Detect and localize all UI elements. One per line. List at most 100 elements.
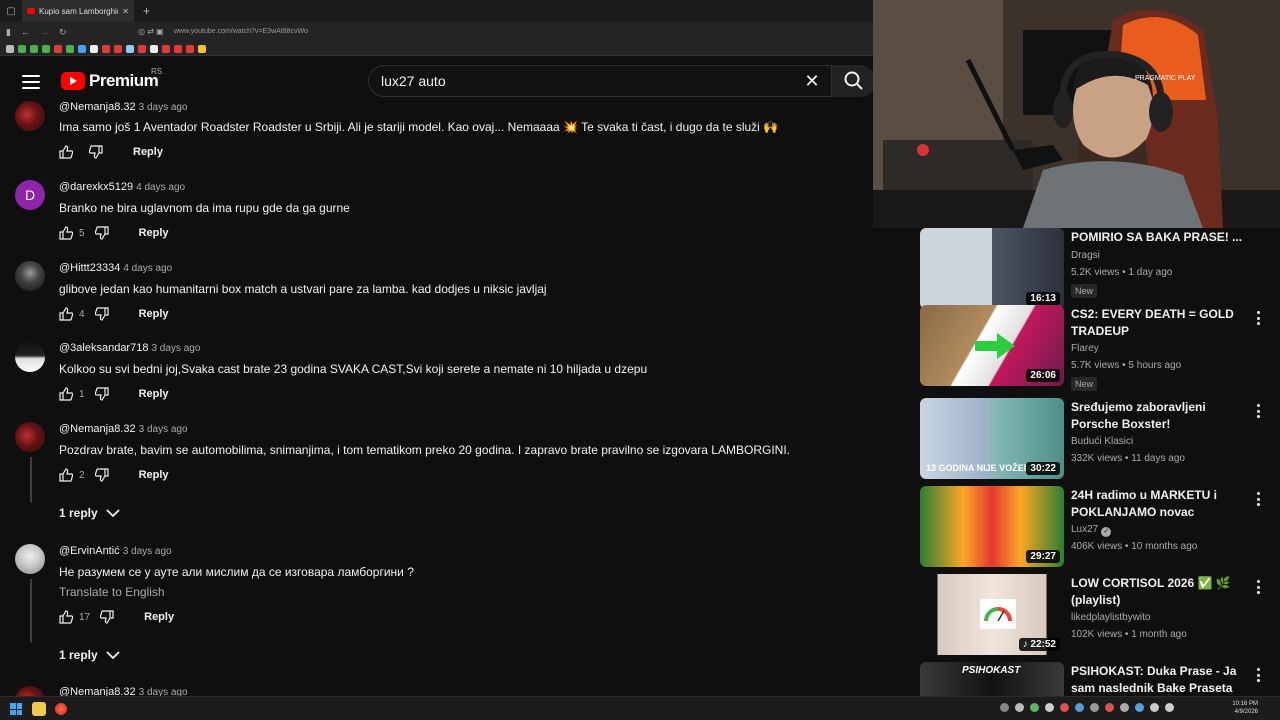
- reload-icon[interactable]: ↻: [59, 27, 67, 38]
- tray-icon[interactable]: [1105, 703, 1114, 712]
- tray-icon[interactable]: [1030, 703, 1039, 712]
- youtube-logo[interactable]: Premium RS: [61, 67, 162, 91]
- tray-icon[interactable]: [1075, 703, 1084, 712]
- translate-link[interactable]: Translate to English: [59, 585, 165, 599]
- bookmark-icon[interactable]: [18, 44, 26, 53]
- video-channel[interactable]: likedplaylistbywito: [1071, 612, 1150, 623]
- dislike-icon[interactable]: [94, 307, 109, 321]
- avatar[interactable]: [15, 101, 45, 131]
- video-title[interactable]: CS2: EVERY DEATH = GOLD TRADEUP: [1071, 306, 1251, 340]
- bookmark-icon[interactable]: [114, 44, 122, 53]
- dislike-icon[interactable]: [89, 145, 103, 159]
- dislike-icon[interactable]: [94, 468, 109, 482]
- tray-icon[interactable]: [1090, 703, 1099, 712]
- video-title[interactable]: PSIHOKAST: Duka Prase - Ja sam naslednik…: [1071, 663, 1251, 696]
- bookmark-icon[interactable]: [186, 44, 194, 53]
- bookmark-icon[interactable]: [54, 44, 62, 53]
- windows-start-icon[interactable]: [10, 703, 22, 715]
- video-more-icon[interactable]: [1257, 580, 1261, 594]
- clear-search-icon[interactable]: ✕: [803, 72, 821, 90]
- video-more-icon[interactable]: [1257, 668, 1261, 682]
- search-input[interactable]: [381, 66, 781, 96]
- video-thumbnail[interactable]: 13 GODINA NIJE VOŽEN 30:22: [920, 398, 1064, 479]
- video-card[interactable]: 26:06 CS2: EVERY DEATH = GOLD TRADEUP Fl…: [920, 305, 1280, 391]
- bookmark-icon[interactable]: [6, 44, 14, 53]
- bookmark-icon[interactable]: [42, 44, 50, 53]
- dislike-icon[interactable]: [94, 226, 109, 240]
- video-title[interactable]: Sređujemo zaboravljeni Porsche Boxster!: [1071, 399, 1251, 433]
- like-icon[interactable]: [59, 307, 73, 321]
- url-field[interactable]: www.youtube.com/watch?v=E3wAt88cvWo: [174, 22, 308, 42]
- tray-icon[interactable]: [1060, 703, 1069, 712]
- comment-author[interactable]: @Nemanja8.32: [59, 101, 136, 113]
- video-card[interactable]: ♪ 22:52 LOW CORTISOL 2026 ✅ 🌿 (playlist)…: [920, 574, 1280, 656]
- bookmark-icon[interactable]: [78, 44, 86, 53]
- comment-author[interactable]: @darexkx5129: [59, 181, 133, 193]
- comment-author[interactable]: @ErvinAntić: [59, 545, 120, 557]
- video-channel[interactable]: Dragsi: [1071, 250, 1100, 261]
- bookmark-icon[interactable]: [174, 44, 182, 53]
- tray-icon[interactable]: [1000, 703, 1009, 712]
- new-tab-button[interactable]: +: [134, 4, 159, 18]
- video-thumbnail[interactable]: 29:27: [920, 486, 1064, 567]
- video-channel[interactable]: Flarey: [1071, 343, 1099, 354]
- video-thumbnail[interactable]: ♪ 22:52: [920, 574, 1064, 655]
- comment-author[interactable]: @3aleksandar718: [59, 342, 148, 354]
- video-channel[interactable]: Budući Klasici: [1071, 436, 1133, 447]
- video-channel[interactable]: Lux27: [1071, 524, 1098, 535]
- back-icon[interactable]: ←: [21, 27, 30, 37]
- avatar[interactable]: [15, 342, 45, 372]
- avatar[interactable]: D: [15, 180, 45, 210]
- like-icon[interactable]: [59, 468, 73, 482]
- dislike-icon[interactable]: [94, 387, 109, 401]
- reply-button[interactable]: Reply: [139, 227, 169, 239]
- reply-button[interactable]: Reply: [139, 469, 169, 481]
- reply-button[interactable]: Reply: [144, 611, 174, 623]
- avatar[interactable]: [15, 686, 45, 696]
- bookmark-icon[interactable]: [138, 44, 146, 53]
- hamburger-menu-icon[interactable]: [22, 75, 40, 89]
- video-title[interactable]: LOW CORTISOL 2026 ✅ 🌿 (playlist): [1071, 575, 1251, 609]
- tray-icon[interactable]: [1165, 703, 1174, 712]
- video-more-icon[interactable]: [1257, 492, 1261, 506]
- reply-button[interactable]: Reply: [139, 388, 169, 400]
- tray-icon[interactable]: [1135, 703, 1144, 712]
- sidebar-toggle-icon[interactable]: ▮: [6, 27, 11, 38]
- video-card[interactable]: 16:13 POMIRIO SA BAKA PRASE! ... Dragsi …: [920, 228, 1280, 310]
- comment-date[interactable]: 3 days ago: [139, 102, 188, 113]
- like-icon[interactable]: [59, 145, 73, 159]
- like-icon[interactable]: [59, 610, 73, 624]
- tab-actions-icon[interactable]: ▢: [0, 0, 22, 22]
- replies-toggle[interactable]: 1 reply: [59, 648, 120, 662]
- comment-author[interactable]: @Nemanja8.32: [59, 423, 136, 435]
- bookmark-icon[interactable]: [102, 44, 110, 53]
- avatar[interactable]: [15, 261, 45, 291]
- close-tab-icon[interactable]: ✕: [122, 7, 129, 16]
- bookmark-icon[interactable]: [66, 44, 74, 53]
- video-thumbnail[interactable]: 16:13: [920, 228, 1064, 309]
- like-icon[interactable]: [59, 226, 73, 240]
- site-info-icon[interactable]: ◎ ⇄ ▣: [138, 27, 168, 37]
- video-card[interactable]: 29:27 24H radimo u MARKETU i POKLANJAMO …: [920, 486, 1280, 568]
- comment-author[interactable]: @Hittt23334: [59, 262, 120, 274]
- video-thumbnail[interactable]: PSIHOKAST: [920, 662, 1064, 696]
- tray-icon[interactable]: [1120, 703, 1129, 712]
- browser-tab[interactable]: Kupio sam Lamborghini Avente ✕: [22, 0, 134, 22]
- browser-icon[interactable]: [54, 702, 68, 716]
- like-icon[interactable]: [59, 387, 73, 401]
- bookmark-icon[interactable]: [90, 44, 98, 53]
- avatar[interactable]: [15, 422, 45, 452]
- video-title[interactable]: 24H radimo u MARKETU i POKLANJAMO novac: [1071, 487, 1251, 521]
- forward-icon[interactable]: →: [40, 27, 49, 37]
- comment-date[interactable]: 4 days ago: [123, 263, 172, 274]
- replies-toggle[interactable]: 1 reply: [59, 506, 120, 520]
- video-card[interactable]: 13 GODINA NIJE VOŽEN 30:22 Sređujemo zab…: [920, 398, 1280, 480]
- comment-date[interactable]: 3 days ago: [151, 343, 200, 354]
- comment-author[interactable]: @Nemanja8.32: [59, 686, 136, 696]
- bookmark-icon[interactable]: [198, 44, 206, 53]
- reply-button[interactable]: Reply: [133, 146, 163, 158]
- tray-icon[interactable]: [1015, 703, 1024, 712]
- comment-date[interactable]: 3 days ago: [139, 687, 188, 696]
- comment-date[interactable]: 3 days ago: [139, 424, 188, 435]
- dislike-icon[interactable]: [100, 610, 114, 624]
